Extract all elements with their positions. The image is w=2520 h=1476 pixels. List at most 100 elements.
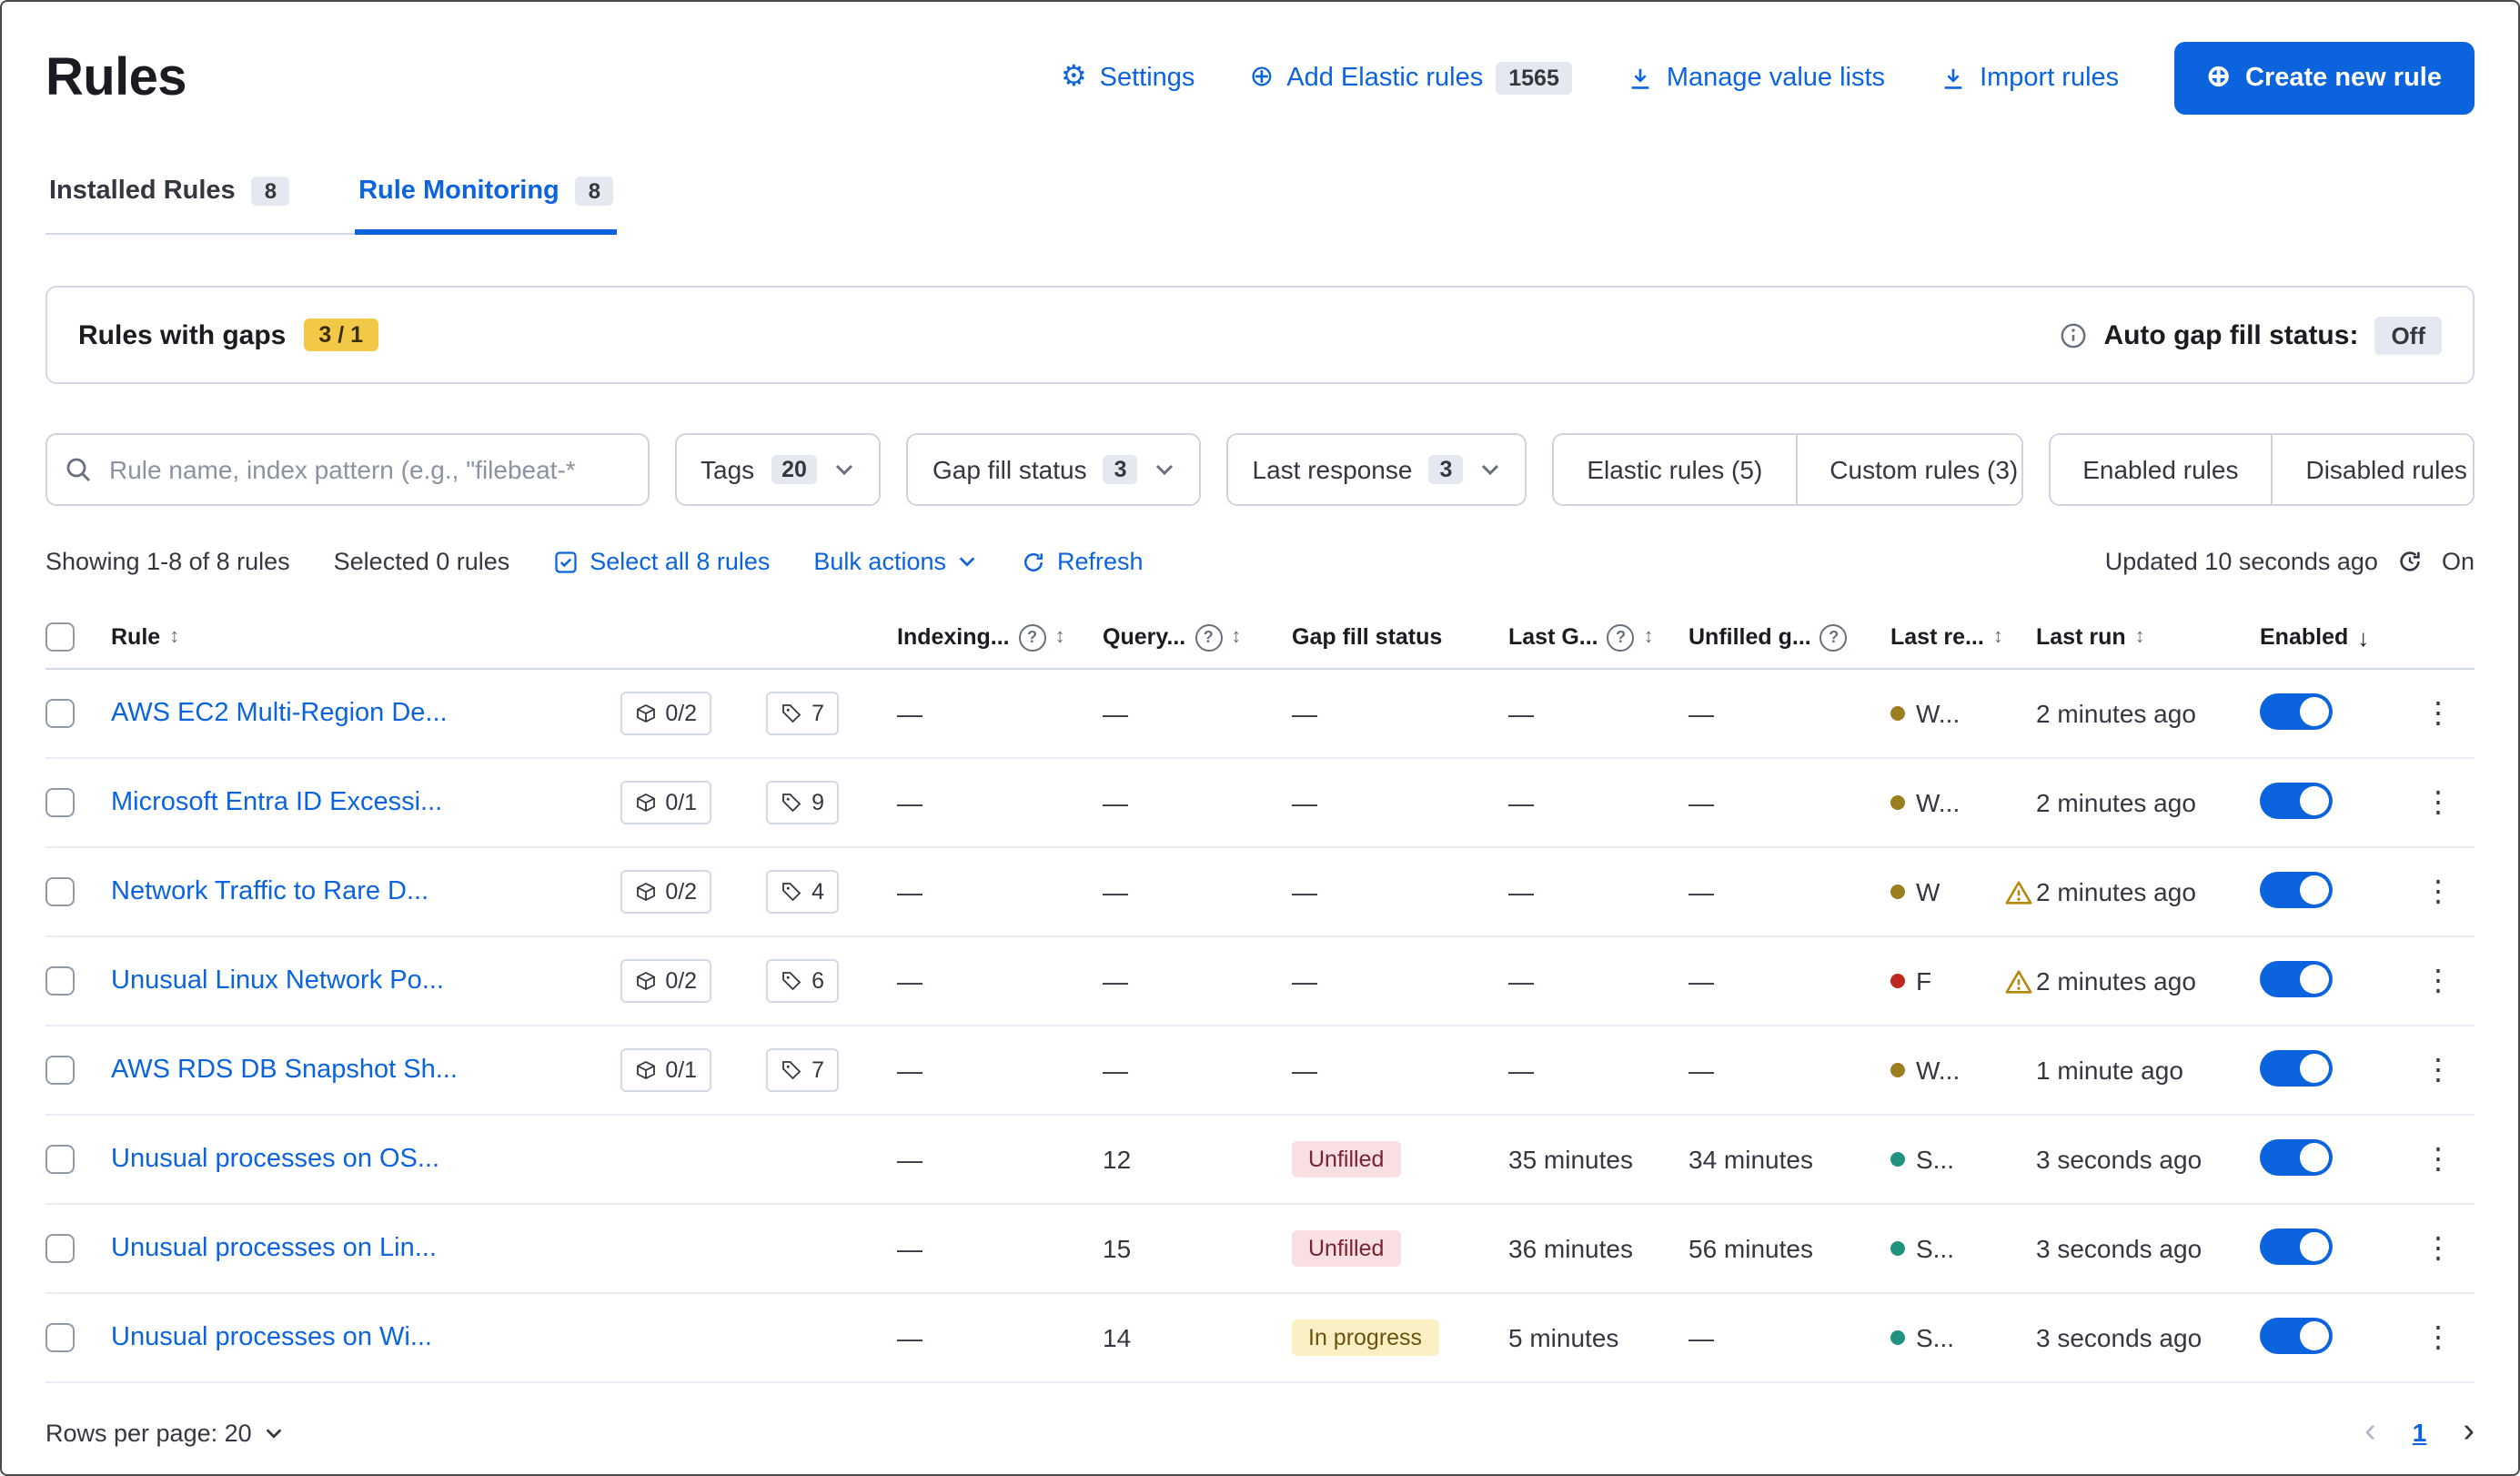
select-all-rules-button[interactable]: Select all 8 rules — [553, 548, 770, 575]
time-refresh-icon[interactable] — [2396, 548, 2424, 575]
sort-icon[interactable]: ↕ — [1644, 626, 1654, 648]
rule-enabled-toggle[interactable] — [2260, 1138, 2333, 1175]
rule-enabled-toggle[interactable] — [2260, 782, 2333, 818]
column-header-enabled[interactable]: Enabled ↓ — [2260, 623, 2413, 651]
tab-rule-monitoring[interactable]: Rule Monitoring 8 — [355, 177, 617, 235]
enabled-rules-filter-button[interactable]: Enabled rules — [2050, 435, 2271, 504]
tags-badge[interactable]: 9 — [766, 781, 839, 824]
integrations-badge[interactable]: 0/2 — [620, 692, 711, 735]
rule-enabled-toggle[interactable] — [2260, 960, 2333, 996]
auto-gap-fill-status-label: Auto gap fill status: — [2103, 319, 2358, 350]
manage-value-lists-button[interactable]: Manage value lists — [1627, 64, 1885, 93]
sort-icon[interactable]: ↕ — [1993, 626, 2003, 648]
table-row: AWS RDS DB Snapshot Sh... 0/1 7 — — — — … — [45, 1026, 2475, 1116]
next-page-icon[interactable]: › — [2463, 1412, 2475, 1452]
rule-enabled-toggle[interactable] — [2260, 1049, 2333, 1086]
chevron-down-icon — [265, 1422, 285, 1442]
tags-badge[interactable]: 7 — [766, 692, 839, 735]
last-run-cell: 3 seconds ago — [2036, 1323, 2260, 1352]
elastic-rules-filter-button[interactable]: Elastic rules (5) — [1554, 435, 1795, 504]
sort-desc-icon[interactable]: ↓ — [2357, 623, 2369, 651]
sort-icon[interactable]: ↕ — [2135, 626, 2145, 648]
row-actions-button[interactable]: ⋮ — [2413, 963, 2465, 999]
row-checkbox[interactable] — [45, 966, 75, 996]
help-icon[interactable]: ? — [1019, 623, 1046, 651]
row-checkbox[interactable] — [45, 1323, 75, 1352]
rules-with-gaps-label: Rules with gaps — [78, 319, 286, 350]
rule-name-link[interactable]: Microsoft Entra ID Excessi... — [111, 788, 442, 817]
rule-name-link[interactable]: Network Traffic to Rare D... — [111, 877, 428, 906]
rule-enabled-toggle[interactable] — [2260, 871, 2333, 907]
column-header-unfilled-gap[interactable]: Unfilled g... ? — [1688, 623, 1890, 651]
warning-triangle-icon[interactable] — [2005, 967, 2032, 995]
rule-name-link[interactable]: Unusual Linux Network Po... — [111, 966, 444, 996]
rule-enabled-toggle[interactable] — [2260, 693, 2333, 729]
row-checkbox[interactable] — [45, 788, 75, 817]
tab-installed-rules[interactable]: Installed Rules 8 — [45, 177, 293, 235]
row-checkbox[interactable] — [45, 1056, 75, 1085]
column-header-indexing[interactable]: Indexing... ? ↕ — [897, 623, 1103, 651]
tags-badge[interactable]: 6 — [766, 959, 839, 1003]
rule-enabled-toggle[interactable] — [2260, 1228, 2333, 1264]
row-checkbox[interactable] — [45, 1234, 75, 1263]
tags-badge[interactable]: 7 — [766, 1048, 839, 1092]
row-actions-button[interactable]: ⋮ — [2413, 874, 2465, 910]
tab-installed-rules-count: 8 — [252, 177, 289, 206]
help-icon[interactable]: ? — [1194, 623, 1222, 651]
previous-page-icon[interactable]: ‹ — [2364, 1412, 2376, 1452]
rule-search-input[interactable] — [45, 433, 650, 506]
row-actions-button[interactable]: ⋮ — [2413, 1230, 2465, 1267]
table-row: Network Traffic to Rare D... 0/2 4 — — —… — [45, 848, 2475, 937]
refresh-button[interactable]: Refresh — [1021, 548, 1144, 575]
column-header-last-gap[interactable]: Last G... ? ↕ — [1508, 623, 1688, 651]
row-actions-button[interactable]: ⋮ — [2413, 695, 2465, 732]
rule-name-link[interactable]: AWS RDS DB Snapshot Sh... — [111, 1056, 458, 1085]
row-checkbox[interactable] — [45, 877, 75, 906]
tags-filter-button[interactable]: Tags 20 — [675, 433, 882, 506]
row-actions-button[interactable]: ⋮ — [2413, 784, 2465, 821]
query-cell: — — [1103, 788, 1292, 817]
query-cell: — — [1103, 1056, 1292, 1085]
last-response-filter-button[interactable]: Last response 3 — [1227, 433, 1527, 506]
rule-name-link[interactable]: Unusual processes on Lin... — [111, 1234, 437, 1263]
import-rules-button[interactable]: Import rules — [1940, 64, 2119, 93]
disabled-rules-filter-button[interactable]: Disabled rules — [2271, 435, 2475, 504]
warning-triangle-icon[interactable] — [2005, 878, 2032, 905]
gap-fill-status-filter-button[interactable]: Gap fill status 3 — [907, 433, 1202, 506]
page-number[interactable]: 1 — [2413, 1418, 2427, 1447]
sort-icon[interactable]: ↕ — [169, 626, 179, 648]
sort-icon[interactable]: ↕ — [1055, 626, 1065, 648]
settings-button[interactable]: ⚙ Settings — [1061, 64, 1195, 93]
help-icon[interactable]: ? — [1820, 623, 1848, 651]
integrations-badge[interactable]: 0/1 — [620, 1048, 711, 1092]
rows-per-page-button[interactable]: Rows per page: 20 — [45, 1419, 285, 1446]
sort-icon[interactable]: ↕ — [1231, 626, 1241, 648]
rule-enabled-toggle[interactable] — [2260, 1317, 2333, 1353]
column-header-last-run[interactable]: Last run ↕ — [2036, 624, 2260, 650]
query-cell: — — [1103, 699, 1292, 728]
rule-name-link[interactable]: Unusual processes on OS... — [111, 1145, 439, 1174]
row-checkbox[interactable] — [45, 699, 75, 728]
column-header-query[interactable]: Query... ? ↕ — [1103, 623, 1292, 651]
info-icon[interactable] — [2060, 321, 2087, 349]
row-actions-button[interactable]: ⋮ — [2413, 1141, 2465, 1178]
integrations-badge[interactable]: 0/2 — [620, 870, 711, 914]
rule-name-link[interactable]: Unusual processes on Wi... — [111, 1323, 432, 1352]
rule-name-link[interactable]: AWS EC2 Multi-Region De... — [111, 699, 448, 728]
search-icon — [64, 455, 93, 484]
help-icon[interactable]: ? — [1608, 623, 1635, 651]
row-actions-button[interactable]: ⋮ — [2413, 1319, 2465, 1356]
bulk-actions-button[interactable]: Bulk actions — [813, 548, 977, 575]
add-elastic-rules-button[interactable]: ⊕ Add Elastic rules 1565 — [1249, 62, 1571, 95]
row-checkbox[interactable] — [45, 1145, 75, 1174]
column-header-rule[interactable]: Rule ↕ — [111, 624, 897, 650]
integrations-badge[interactable]: 0/1 — [620, 781, 711, 824]
column-header-last-response[interactable]: Last re... ↕ — [1890, 624, 2036, 650]
gap-fill-status-filter-count: 3 — [1104, 455, 1138, 484]
create-new-rule-button[interactable]: ⊕ Create new rule — [2173, 42, 2475, 115]
custom-rules-filter-button[interactable]: Custom rules (3) — [1795, 435, 2022, 504]
integrations-badge[interactable]: 0/2 — [620, 959, 711, 1003]
select-all-checkbox[interactable] — [45, 622, 75, 652]
tags-badge[interactable]: 4 — [766, 870, 839, 914]
row-actions-button[interactable]: ⋮ — [2413, 1052, 2465, 1088]
